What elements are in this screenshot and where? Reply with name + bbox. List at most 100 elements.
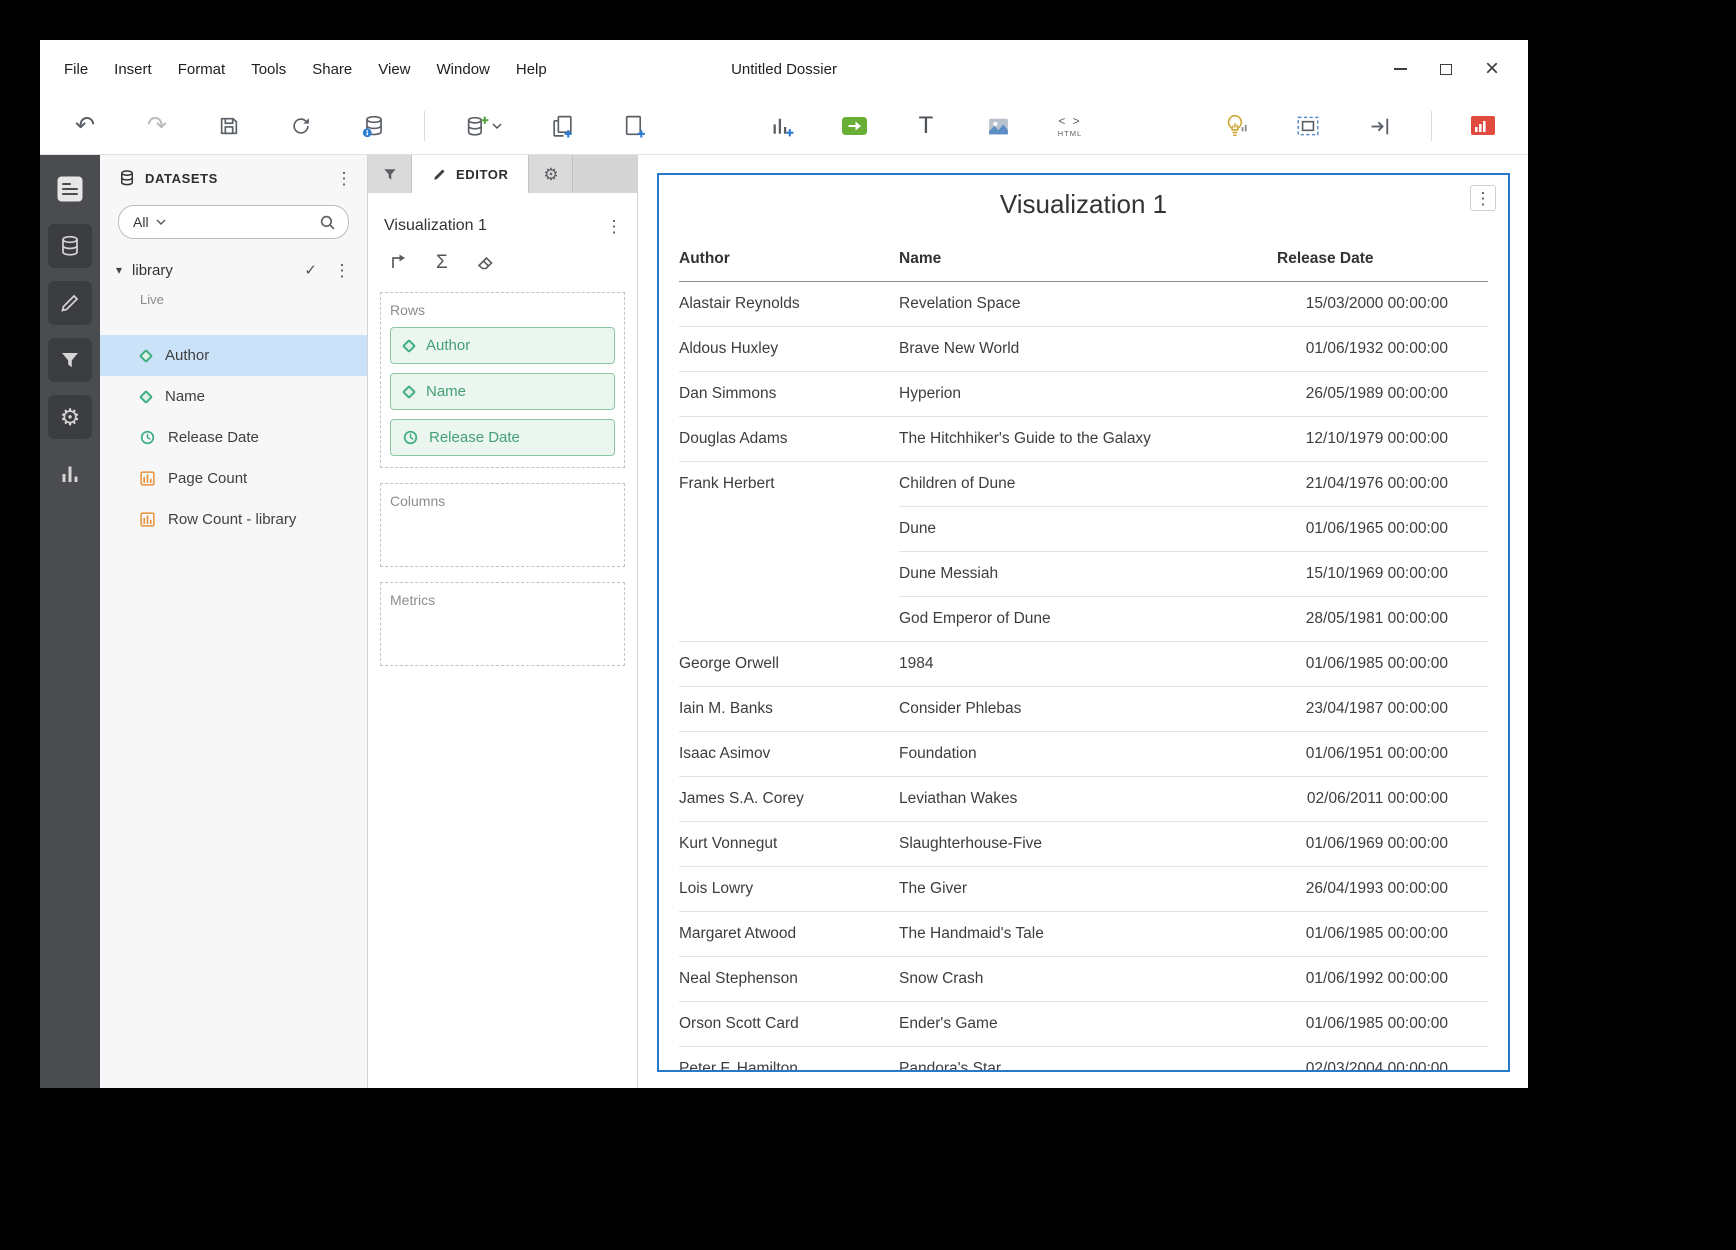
columns-drop-zone[interactable]: Columns <box>380 483 625 567</box>
cell-name[interactable]: The Hitchhiker's Guide to the Galaxy <box>899 417 1253 462</box>
cell-author[interactable]: Margaret Atwood <box>679 912 899 957</box>
cell-name[interactable]: Revelation Space <box>899 282 1253 327</box>
menu-file[interactable]: File <box>64 61 88 78</box>
presentation-button[interactable] <box>1462 105 1504 147</box>
cell-author[interactable]: Orson Scott Card <box>679 1002 899 1047</box>
cell-release-date[interactable]: 01/06/1985 00:00:00 <box>1253 912 1488 957</box>
cell-release-date[interactable]: 26/04/1993 00:00:00 <box>1253 867 1488 912</box>
dataset-filter-dropdown[interactable]: All <box>133 214 149 230</box>
cell-name[interactable]: Brave New World <box>899 327 1253 372</box>
cell-name[interactable]: The Giver <box>899 867 1253 912</box>
rail-filter-button[interactable] <box>48 338 92 382</box>
tab-editor[interactable]: EDITOR <box>412 155 529 193</box>
visualization-1[interactable]: ⋮ Visualization 1 AuthorNameRelease Date… <box>657 173 1510 1072</box>
rail-datasets-button[interactable] <box>48 224 92 268</box>
cell-name[interactable]: Slaughterhouse-Five <box>899 822 1253 867</box>
cell-release-date[interactable]: 23/04/1987 00:00:00 <box>1253 687 1488 732</box>
cell-release-date[interactable]: 01/06/1932 00:00:00 <box>1253 327 1488 372</box>
close-button[interactable]: × <box>1484 61 1500 77</box>
tab-filter[interactable] <box>368 155 412 193</box>
cell-release-date[interactable]: 01/06/1951 00:00:00 <box>1253 732 1488 777</box>
tab-format[interactable]: ⚙ <box>529 155 573 193</box>
cell-author[interactable]: Isaac Asimov <box>679 732 899 777</box>
visualization-menu-button[interactable]: ⋮ <box>1470 185 1496 211</box>
cell-name[interactable]: Dune <box>899 507 1253 552</box>
collapse-panel-button[interactable] <box>1359 105 1401 147</box>
cell-release-date[interactable]: 01/06/1969 00:00:00 <box>1253 822 1488 867</box>
cell-release-date[interactable]: 01/06/1965 00:00:00 <box>1253 507 1488 552</box>
rail-table-of-contents-button[interactable] <box>48 167 92 211</box>
add-page-button[interactable] <box>613 105 655 147</box>
cell-release-date[interactable]: 21/04/1976 00:00:00 <box>1253 462 1488 507</box>
save-button[interactable] <box>208 105 250 147</box>
add-data-button[interactable] <box>455 105 511 147</box>
pivot-button[interactable] <box>388 251 408 274</box>
cell-author[interactable]: Neal Stephenson <box>679 957 899 1002</box>
cell-name[interactable]: Dune Messiah <box>899 552 1253 597</box>
cell-name[interactable]: Ender's Game <box>899 1002 1253 1047</box>
cell-author[interactable]: Douglas Adams <box>679 417 899 462</box>
cell-release-date[interactable]: 28/05/1981 00:00:00 <box>1253 597 1488 642</box>
insert-filter-button[interactable] <box>833 105 875 147</box>
duplicate-page-button[interactable] <box>541 105 583 147</box>
dataset-field-row-count-library[interactable]: Row Count - library <box>100 499 367 540</box>
cell-name[interactable]: Foundation <box>899 732 1253 777</box>
dataset-status-button[interactable] <box>352 105 394 147</box>
metrics-drop-zone[interactable]: Metrics <box>380 582 625 666</box>
dataset-field-release-date[interactable]: Release Date <box>100 417 367 458</box>
cell-name[interactable]: Children of Dune <box>899 462 1253 507</box>
insert-image-button[interactable] <box>977 105 1019 147</box>
undo-button[interactable]: ↶ <box>64 105 106 147</box>
cell-name[interactable]: Hyperion <box>899 372 1253 417</box>
cell-author[interactable]: Frank Herbert <box>679 462 899 642</box>
rows-zone-chip-release-date[interactable]: Release Date <box>390 419 615 456</box>
search-icon[interactable] <box>319 214 336 231</box>
cell-release-date[interactable]: 01/06/1985 00:00:00 <box>1253 1002 1488 1047</box>
cell-author[interactable]: Peter F. Hamilton <box>679 1047 899 1073</box>
menu-share[interactable]: Share <box>312 61 352 78</box>
cell-name[interactable]: Pandora's Star <box>899 1047 1253 1073</box>
datasets-menu-button[interactable]: ⋮ <box>333 167 355 189</box>
minimize-button[interactable] <box>1392 61 1408 77</box>
cell-name[interactable]: Consider Phlebas <box>899 687 1253 732</box>
redo-button[interactable]: ↷ <box>136 105 178 147</box>
insert-visualization-button[interactable] <box>761 105 803 147</box>
insert-text-button[interactable]: T <box>905 105 947 147</box>
insights-button[interactable] <box>1215 105 1257 147</box>
dataset-search-bar[interactable]: All <box>118 205 349 239</box>
cell-name[interactable]: Leviathan Wakes <box>899 777 1253 822</box>
tree-collapse-icon[interactable]: ▾ <box>116 263 122 277</box>
maximize-button[interactable] <box>1438 61 1454 77</box>
menu-format[interactable]: Format <box>178 61 226 78</box>
rail-edit-button[interactable] <box>48 281 92 325</box>
cell-release-date[interactable]: 01/06/1985 00:00:00 <box>1253 642 1488 687</box>
cell-name[interactable]: God Emperor of Dune <box>899 597 1253 642</box>
dataset-field-author[interactable]: Author <box>100 335 367 376</box>
editor-visualization-menu-button[interactable]: ⋮ <box>603 215 625 237</box>
dataset-menu-button[interactable]: ⋮ <box>331 259 353 281</box>
menu-tools[interactable]: Tools <box>251 61 286 78</box>
cell-release-date[interactable]: 12/10/1979 00:00:00 <box>1253 417 1488 462</box>
menu-window[interactable]: Window <box>437 61 490 78</box>
dataset-field-page-count[interactable]: Page Count <box>100 458 367 499</box>
cell-author[interactable]: Dan Simmons <box>679 372 899 417</box>
cell-author[interactable]: George Orwell <box>679 642 899 687</box>
cell-author[interactable]: Kurt Vonnegut <box>679 822 899 867</box>
menu-insert[interactable]: Insert <box>114 61 152 78</box>
cell-name[interactable]: The Handmaid's Tale <box>899 912 1253 957</box>
cell-release-date[interactable]: 15/10/1969 00:00:00 <box>1253 552 1488 597</box>
cell-release-date[interactable]: 01/06/1992 00:00:00 <box>1253 957 1488 1002</box>
menu-view[interactable]: View <box>378 61 410 78</box>
cell-author[interactable]: James S.A. Corey <box>679 777 899 822</box>
cell-release-date[interactable]: 02/03/2004 00:00:00 <box>1253 1047 1488 1073</box>
cell-name[interactable]: Snow Crash <box>899 957 1253 1002</box>
column-header-name[interactable]: Name <box>899 238 1253 282</box>
insert-html-button[interactable]: < > HTML <box>1049 105 1091 147</box>
layout-button[interactable] <box>1287 105 1329 147</box>
rows-zone-chip-author[interactable]: Author <box>390 327 615 364</box>
column-header-author[interactable]: Author <box>679 238 899 282</box>
cell-author[interactable]: Alastair Reynolds <box>679 282 899 327</box>
menu-help[interactable]: Help <box>516 61 547 78</box>
cell-author[interactable]: Aldous Huxley <box>679 327 899 372</box>
totals-button[interactable]: Σ <box>436 253 448 272</box>
